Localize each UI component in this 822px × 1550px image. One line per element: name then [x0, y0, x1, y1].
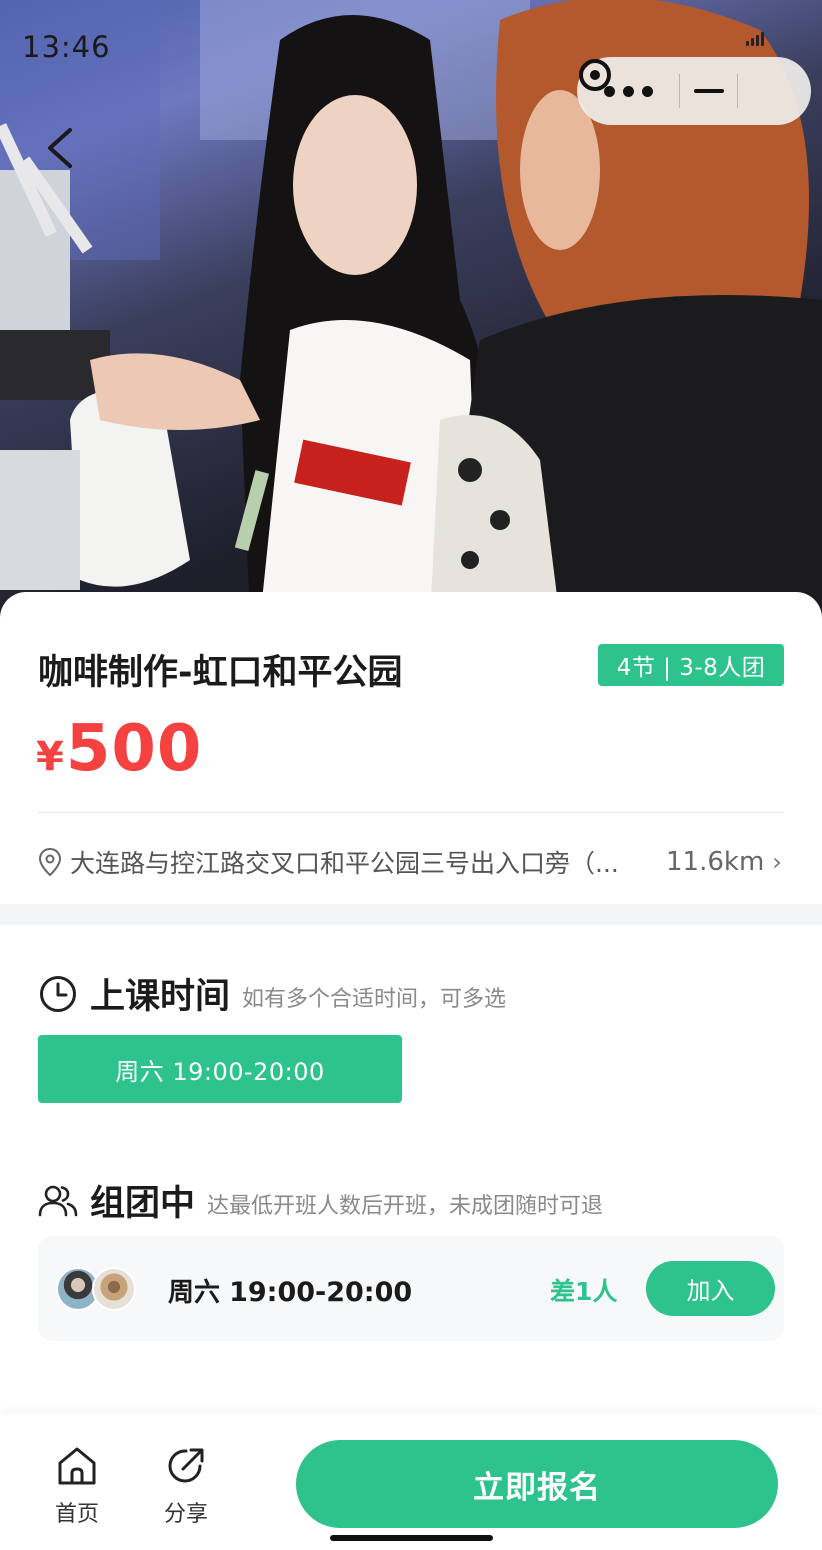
close-miniapp-button[interactable]: [579, 57, 800, 125]
member-avatars: [56, 1267, 140, 1311]
home-button[interactable]: 首页: [37, 1444, 117, 1528]
chevron-right-icon: ›: [772, 848, 782, 876]
schedule-header: 上课时间 如有多个合适时间，可多选: [38, 968, 506, 1019]
group-card: 周六 19:00-20:00 差1人 加入: [38, 1236, 784, 1341]
miniapp-capsule: [577, 57, 811, 125]
course-title: 咖啡制作-虹口和平公园: [38, 653, 403, 693]
grouping-subtitle: 达最低开班人数后开班，未成团随时可退: [207, 1193, 604, 1219]
distance: 11.6km: [666, 847, 765, 877]
group-time: 周六 19:00-20:00: [168, 1272, 412, 1309]
target-close-icon: [579, 59, 611, 91]
back-button[interactable]: [40, 122, 84, 174]
grouping-heading: 组团中: [90, 1184, 196, 1224]
avatar: [92, 1267, 136, 1311]
status-time: 13:46: [22, 30, 111, 64]
price-currency: ¥: [36, 734, 64, 780]
time-option[interactable]: 周六 19:00-20:00: [38, 1035, 402, 1103]
bottom-action-bar: 首页 分享 立即报名: [0, 1414, 822, 1550]
schedule-subtitle: 如有多个合适时间，可多选: [242, 986, 507, 1012]
grouping-header: 组团中 达最低开班人数后开班，未成团随时可退: [38, 1175, 603, 1226]
back-arrow-icon: [48, 128, 72, 168]
location-pin-icon: [38, 847, 62, 877]
section-separator: [0, 904, 822, 925]
dot-icon: [641, 85, 653, 97]
group-day: 周六: [168, 1278, 221, 1308]
share-label: 分享: [163, 1502, 208, 1527]
address-text: 大连路与控江路交叉口和平公园三号出入口旁（...: [70, 849, 619, 878]
price: ¥ 500: [36, 712, 202, 786]
divider: [38, 812, 784, 813]
join-group-button[interactable]: 加入: [646, 1261, 775, 1316]
hero-photo: 13:46: [0, 0, 822, 620]
people-short-count: 差1人: [550, 1277, 618, 1306]
minus-icon: [693, 89, 724, 93]
price-amount: 500: [65, 712, 203, 786]
dot-icon: [622, 85, 634, 97]
share-icon: [168, 1448, 204, 1483]
lesson-group-tag: 4节 | 3-8人团: [598, 644, 784, 686]
signup-button[interactable]: 立即报名: [296, 1440, 778, 1528]
home-indicator: [330, 1535, 493, 1541]
group-time-range: 19:00-20:00: [229, 1277, 413, 1308]
share-button[interactable]: 分享: [146, 1444, 226, 1528]
address-row[interactable]: 大连路与控江路交叉口和平公园三号出入口旁（... 11.6km ›: [38, 840, 784, 884]
users-icon: [38, 1185, 78, 1216]
schedule-heading: 上课时间: [90, 977, 231, 1017]
minimize-button[interactable]: [680, 57, 737, 125]
course-info-card: 咖啡制作-虹口和平公园 4节 | 3-8人团 ¥ 500 大连路与控江路交叉口和…: [0, 592, 822, 904]
clock-icon: [40, 975, 76, 1012]
home-label: 首页: [54, 1502, 99, 1527]
signal-icon: [746, 30, 766, 46]
home-icon: [58, 1447, 96, 1485]
